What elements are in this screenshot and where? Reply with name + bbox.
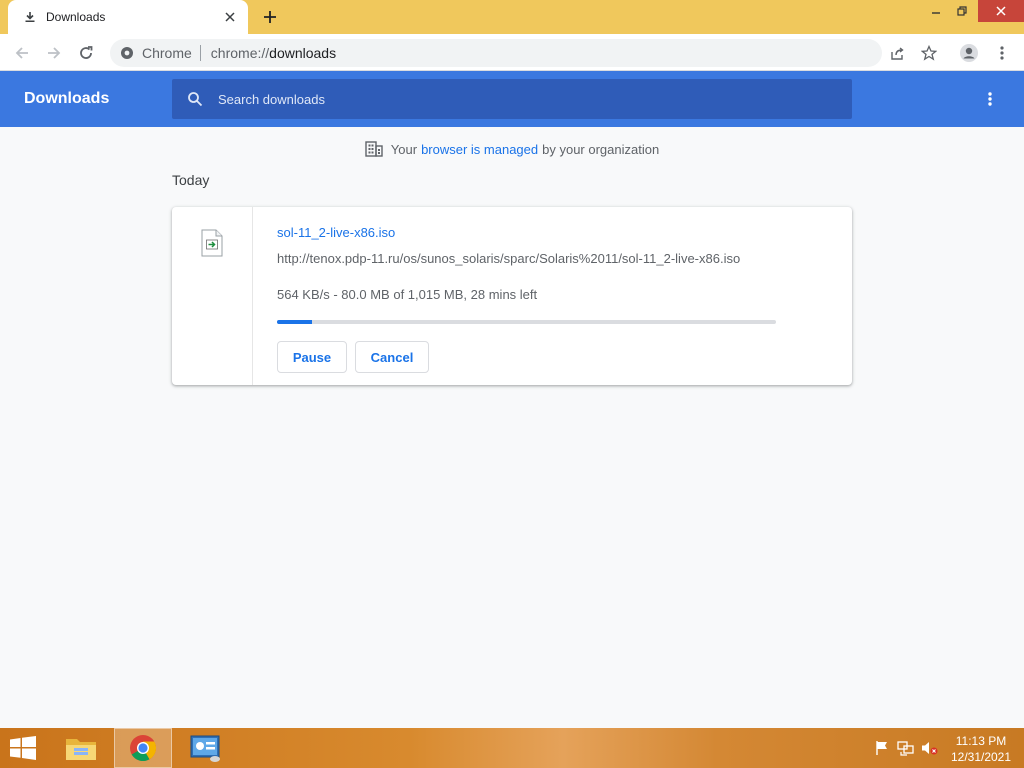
forward-icon[interactable] <box>41 40 67 66</box>
iso-file-icon <box>200 229 224 257</box>
tab-title: Downloads <box>46 10 106 24</box>
windows-start-icon[interactable] <box>6 734 40 762</box>
more-actions-icon[interactable] <box>978 87 1002 111</box>
search-input[interactable] <box>218 91 818 107</box>
page-title: Downloads <box>24 90 110 107</box>
managed-prefix: Your <box>390 141 418 157</box>
network-icon[interactable] <box>897 740 915 756</box>
tab-downloads[interactable]: Downloads <box>8 0 248 34</box>
omnibox-separator <box>199 45 201 61</box>
clock-date: 12/31/2021 <box>950 750 1012 764</box>
managed-notice: Your browser is managed by your organiza… <box>0 140 1024 158</box>
search-box[interactable] <box>172 79 852 119</box>
reload-icon[interactable] <box>73 40 99 66</box>
url-path: downloads <box>269 45 337 61</box>
downloads-header: Downloads <box>0 71 1024 127</box>
close-tab-icon[interactable] <box>222 9 238 25</box>
omnibox-chip: Chrome <box>142 45 192 61</box>
source-url: http://tenox.pdp-11.ru/os/sunos_solaris/… <box>277 251 741 266</box>
search-icon <box>186 90 204 108</box>
url-scheme: chrome:// <box>210 45 270 61</box>
clock-time: 11:13 PM <box>955 734 1007 748</box>
progress-fill <box>277 320 312 324</box>
system-clock[interactable]: 11:13 PM 12/31/2021 <box>946 733 1016 765</box>
file-explorer-icon[interactable] <box>52 728 110 768</box>
close-window-icon[interactable] <box>978 0 1024 22</box>
download-item-card: sol-11_2-live-x86.iso http://tenox.pdp-1… <box>172 207 852 385</box>
file-name-link[interactable]: sol-11_2-live-x86.iso <box>277 225 395 240</box>
chrome-menu-icon[interactable] <box>989 40 1015 66</box>
download-status: 564 KB/s - 80.0 MB of 1,015 MB, 28 mins … <box>277 287 538 302</box>
minimize-icon[interactable] <box>924 0 948 22</box>
action-center-flag-icon[interactable] <box>873 740 891 756</box>
file-icon-column <box>172 207 253 385</box>
bookmark-star-icon[interactable] <box>916 39 942 67</box>
cancel-button[interactable]: Cancel <box>355 341 429 373</box>
section-date: Today <box>172 172 210 188</box>
building-icon <box>365 140 383 158</box>
chrome-icon[interactable] <box>114 728 172 768</box>
progress-bar <box>277 320 776 324</box>
profile-avatar-icon[interactable] <box>956 40 982 66</box>
back-icon[interactable] <box>9 40 35 66</box>
taskbar: 11:13 PM 12/31/2021 <box>0 728 1024 768</box>
volume-muted-icon[interactable] <box>921 740 939 756</box>
title-bar: Downloads <box>0 0 1024 34</box>
restore-icon[interactable] <box>950 0 974 22</box>
omnibox-url: chrome://downloads <box>211 45 336 61</box>
chrome-site-icon <box>119 45 135 61</box>
browser-toolbar: Chrome chrome://downloads <box>0 34 1024 71</box>
managed-link[interactable]: browser is managed <box>421 142 538 157</box>
address-bar[interactable]: Chrome chrome://downloads <box>110 39 937 67</box>
download-icon <box>22 9 38 25</box>
managed-suffix: by your organization <box>542 141 660 157</box>
pause-button[interactable]: Pause <box>277 341 347 373</box>
share-icon[interactable] <box>884 39 910 67</box>
new-tab-button[interactable] <box>258 6 282 28</box>
control-panel-icon[interactable] <box>176 728 234 768</box>
